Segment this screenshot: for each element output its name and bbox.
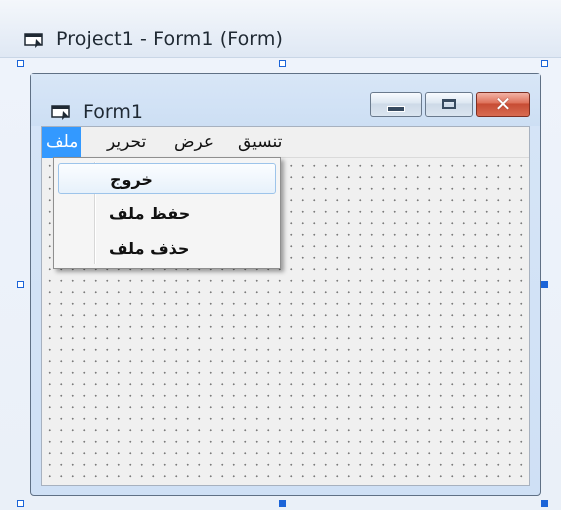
form1-title: Form1 — [83, 101, 143, 123]
menu-item-delete-file-label: حذف ملف — [109, 239, 190, 258]
designer-title: Project1 - Form1 (Form) — [56, 28, 284, 50]
menu-item-save-file[interactable]: حفظ ملف — [58, 198, 276, 229]
selection-handle-bottom-middle[interactable] — [279, 500, 286, 507]
form1-client-area[interactable]: ملف تحرير عرض تنسيق خروج حفظ ملف حذف ملف — [41, 126, 530, 486]
menu-item-exit-label: خروج — [110, 170, 153, 189]
menu-item-exit[interactable]: خروج — [58, 163, 276, 194]
minimize-button[interactable] — [370, 92, 422, 117]
menu-format[interactable]: تنسيق — [234, 127, 290, 158]
selection-handle-top-left[interactable] — [17, 60, 24, 67]
menu-file[interactable]: ملف — [42, 127, 81, 158]
designer-title-bar: Project1 - Form1 (Form) — [0, 0, 561, 58]
maximize-button[interactable] — [425, 92, 473, 117]
selection-handle-top-right[interactable] — [541, 60, 548, 67]
selection-handle-bottom-right[interactable] — [541, 500, 548, 507]
form1-caption-bar[interactable]: Form1 ✕ — [31, 74, 540, 126]
form-icon — [51, 105, 70, 120]
close-icon: ✕ — [494, 92, 512, 116]
selection-handle-top-middle[interactable] — [279, 60, 286, 67]
form-designer-window: Project1 - Form1 (Form) Form1 ✕ ملف تحري… — [0, 0, 561, 510]
selection-handle-bottom-left[interactable] — [17, 500, 24, 507]
menu-item-save-file-label: حفظ ملف — [109, 204, 191, 223]
menu-edit[interactable]: تحرير — [103, 127, 157, 158]
close-button[interactable]: ✕ — [476, 92, 530, 117]
menu-bar: ملف تحرير عرض تنسيق — [42, 127, 529, 158]
form-designer-icon — [24, 33, 43, 48]
menu-view[interactable]: عرض — [170, 127, 218, 158]
caption-buttons: ✕ — [367, 92, 530, 117]
form1-window[interactable]: Form1 ✕ ملف تحرير عرض تنسيق خروج حفظ ملف… — [30, 73, 541, 496]
menu-item-delete-file[interactable]: حذف ملف — [58, 233, 276, 264]
selection-handle-middle-left[interactable] — [17, 281, 24, 288]
file-menu-dropdown: خروج حفظ ملف حذف ملف — [53, 157, 281, 269]
selection-handle-middle-right[interactable] — [541, 281, 548, 288]
minimize-icon — [388, 107, 404, 111]
maximize-icon — [442, 99, 456, 109]
